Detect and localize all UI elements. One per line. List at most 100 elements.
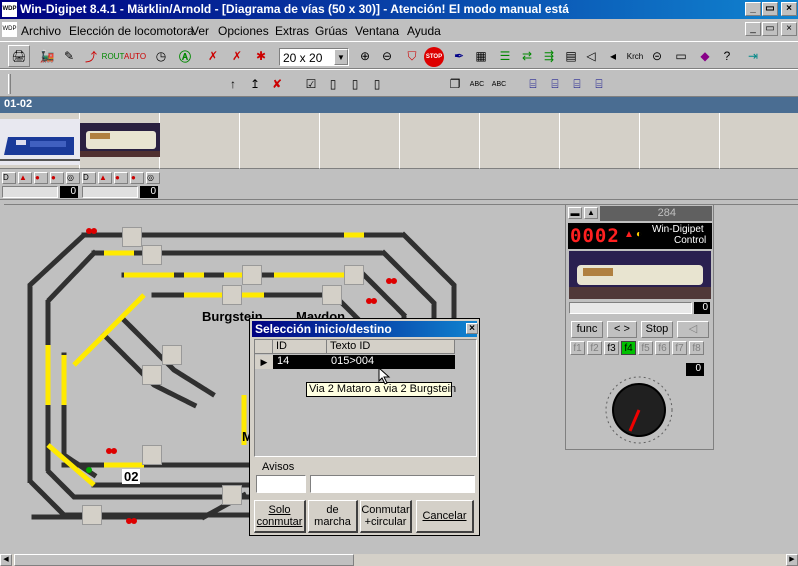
maximize-button[interactable]: ▭	[762, 2, 778, 16]
menu-ventana[interactable]: Ventana	[355, 24, 399, 38]
option-icon-2[interactable]: ◎	[146, 172, 160, 184]
table-row[interactable]: ▶ 14 015>004	[255, 355, 455, 369]
speed-slider[interactable]	[569, 302, 692, 314]
zoom-out-icon[interactable]: ⊖	[376, 45, 398, 67]
list-icon[interactable]: ☰	[494, 45, 516, 67]
doc-minimize-button[interactable]: _	[745, 22, 761, 36]
doc-restore-button[interactable]: ▭	[762, 22, 778, 36]
track-square[interactable]	[222, 485, 242, 505]
switch-icon[interactable]: ⇶	[538, 45, 560, 67]
track-square[interactable]	[142, 245, 162, 265]
loudspeaker-icon[interactable]: ◂	[602, 45, 624, 67]
zoom-in-icon[interactable]: ⊕	[354, 45, 376, 67]
light-icon-1[interactable]: ●	[50, 172, 64, 184]
app-icon[interactable]: WDP	[2, 2, 17, 17]
close-button[interactable]: ×	[781, 2, 797, 16]
column3-icon[interactable]: ▯	[366, 73, 388, 95]
speaker-icon[interactable]: ◁	[580, 45, 602, 67]
reverse-icon-1[interactable]: ▲	[18, 172, 32, 184]
loco-slot-7[interactable]	[480, 113, 560, 169]
locomotive-icon[interactable]: 🚂	[36, 45, 58, 67]
loco-slot-9[interactable]	[640, 113, 720, 169]
track-square[interactable]	[222, 285, 242, 305]
fn-key-f4[interactable]: f4	[621, 341, 636, 355]
camera-icon[interactable]: ▦	[470, 45, 492, 67]
track-square[interactable]	[322, 285, 342, 305]
avisos-field-1[interactable]	[256, 475, 306, 493]
speed-slider-1[interactable]	[2, 186, 58, 198]
scroll-thumb[interactable]	[14, 554, 354, 566]
avisos-field-2[interactable]	[310, 475, 475, 493]
edit-icon[interactable]: ✎	[58, 45, 80, 67]
conmutar-circular-button[interactable]: Conmutar +circular	[360, 500, 412, 533]
sound-icon[interactable]: ◁	[677, 321, 709, 338]
panel-minimize-button[interactable]: ▬	[568, 207, 582, 219]
help-icon[interactable]: ?	[716, 45, 738, 67]
cancelar-button[interactable]: Cancelar	[416, 500, 474, 533]
windows-icon[interactable]: ❐	[444, 73, 466, 95]
direction-button-1[interactable]: D	[2, 172, 16, 184]
delete-icon[interactable]: ✘	[266, 73, 288, 95]
func-button[interactable]: func	[571, 321, 603, 338]
route-icon[interactable]: ROUT	[102, 45, 125, 67]
stop-button[interactable]: STOP	[424, 47, 444, 67]
automatic-icon[interactable]: Ⓐ	[174, 45, 196, 67]
tool3-icon[interactable]: ⌸	[566, 73, 588, 95]
menu-ver[interactable]: Ver	[191, 24, 209, 38]
cancel-routes-icon[interactable]: ✱	[250, 45, 272, 67]
arrow-up-icon[interactable]: ↑	[222, 73, 244, 95]
grid-size-select[interactable]: 20 x 20 ▼	[279, 48, 349, 66]
minimize-button[interactable]: _	[745, 2, 761, 16]
chevron-down-icon[interactable]: ▼	[334, 49, 348, 65]
column-icon[interactable]: ▯	[322, 73, 344, 95]
doc-icon[interactable]: WDP	[2, 22, 17, 37]
print-icon[interactable]: 🖨	[8, 45, 30, 67]
signal-icon[interactable]: ⛉	[401, 45, 423, 67]
reset-icon[interactable]: ✗	[226, 45, 248, 67]
loco-slot-10[interactable]	[720, 113, 798, 169]
monitor-icon[interactable]: ▭	[670, 45, 692, 67]
speed-knob[interactable]	[604, 375, 674, 445]
track-square[interactable]	[122, 227, 142, 247]
direction-button-2[interactable]: D	[82, 172, 96, 184]
fn-key-f6[interactable]: f6	[655, 341, 670, 355]
dialog-close-button[interactable]: ×	[466, 323, 478, 334]
column2-icon[interactable]: ▯	[344, 73, 366, 95]
scroll-left-icon[interactable]: ◀	[0, 554, 12, 566]
arrow-up-left-icon[interactable]: ↥	[244, 73, 266, 95]
krch-button[interactable]: Krch	[624, 45, 646, 67]
fn-key-f3[interactable]: f3	[604, 341, 619, 355]
loco-slot-3[interactable]	[160, 113, 240, 169]
column-header-id[interactable]: ID	[273, 340, 327, 354]
track-square[interactable]	[162, 345, 182, 365]
fn-key-f5[interactable]: f5	[638, 341, 653, 355]
track-square[interactable]	[344, 265, 364, 285]
barrier-icon[interactable]: ⊝	[646, 45, 668, 67]
loco-tab-label[interactable]: 01-02	[4, 98, 32, 110]
abc-icon[interactable]: ABC	[466, 73, 488, 95]
loco-slot-6[interactable]	[400, 113, 480, 169]
stop-icon-2[interactable]: ●	[114, 172, 128, 184]
solo-conmutar-button[interactable]: Solo conmutar	[254, 500, 306, 533]
menu-opciones[interactable]: Opciones	[218, 24, 269, 38]
de-marcha-button[interactable]: de marcha	[308, 500, 358, 533]
menu-extras[interactable]: Extras	[275, 24, 309, 38]
auto-icon[interactable]: AUTO	[124, 45, 146, 67]
direction-button[interactable]: < >	[607, 321, 637, 338]
tool4-icon[interactable]: ⌸	[588, 73, 610, 95]
horizontal-scrollbar[interactable]: ◀ ▶	[0, 554, 798, 566]
book-icon[interactable]: ◆	[694, 45, 716, 67]
loco-slot-2[interactable]	[80, 113, 160, 169]
loco-slot-4[interactable]	[240, 113, 320, 169]
tool2-icon[interactable]: ⌸	[544, 73, 566, 95]
menu-eleccion-locomotora[interactable]: Elección de locomotora	[69, 24, 194, 38]
track-square[interactable]	[142, 445, 162, 465]
panel-up-button[interactable]: ▲	[584, 207, 598, 219]
option-icon-1[interactable]: ◎	[66, 172, 80, 184]
stop-icon-1[interactable]: ●	[34, 172, 48, 184]
layers-icon[interactable]: ▤	[560, 45, 582, 67]
light-icon-2[interactable]: ●	[130, 172, 144, 184]
fn-key-f8[interactable]: f8	[689, 341, 704, 355]
abc-check-icon[interactable]: ABC	[488, 73, 510, 95]
fn-key-f7[interactable]: f7	[672, 341, 687, 355]
